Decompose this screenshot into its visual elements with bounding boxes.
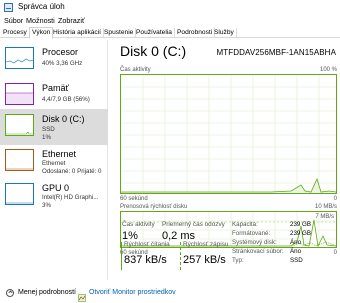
- write-rate-bar: [180, 242, 181, 270]
- menu-view[interactable]: Zobraziť: [58, 16, 85, 25]
- less-details-link[interactable]: Menej podrobností: [18, 289, 76, 296]
- disk-model: MTFDDAV256MBF-1AN15ABHA: [216, 48, 336, 57]
- capacity-value: 239 GB: [290, 221, 311, 228]
- tab-app-history[interactable]: História aplikácií: [51, 28, 105, 38]
- read-rate-bar: [121, 242, 122, 270]
- tab-performance[interactable]: Výkon: [29, 27, 54, 39]
- activity-graph: [120, 74, 337, 194]
- window-title: Správca úloh: [18, 2, 65, 11]
- chevron-up-icon[interactable]: [6, 289, 14, 297]
- resource-list: Procesor 40% 3,36 GHz Pamäť 4,4/7,9 GB (…: [0, 40, 108, 280]
- tab-strip: Procesy Výkon História aplikácií Spusten…: [0, 27, 340, 39]
- sidebar-item-cpu[interactable]: Procesor 40% 3,36 GHz: [0, 42, 108, 78]
- write-speed-value: 257 kB/s: [183, 254, 226, 266]
- transfer-graph-max: 10 MB/s: [314, 204, 337, 210]
- resource-monitor-icon[interactable]: [78, 289, 86, 302]
- capacity-label: Kapacita:: [232, 221, 258, 228]
- sidebar-disk-title: Disk 0 (C:): [42, 114, 85, 124]
- sidebar-ethernet-title: Ethernet: [42, 149, 77, 159]
- sidebar-gpu-name: Intel(R) HD Graphi...: [42, 194, 99, 201]
- sidebar-ethernet-traffic: Odoslané: 0 Prijaté: 0: [42, 168, 102, 175]
- gpu-thumbnail: [5, 183, 34, 205]
- page-file-value: Áno: [290, 248, 302, 255]
- sidebar-cpu-title: Procesor: [42, 47, 79, 57]
- tab-processes[interactable]: Procesy: [1, 28, 30, 38]
- sidebar-item-gpu[interactable]: GPU 0 Intel(R) HD Graphi... 3%: [0, 178, 108, 214]
- menu-options[interactable]: Možnosti: [26, 16, 55, 25]
- tab-details[interactable]: Podrobnosti: [175, 28, 216, 38]
- menu-bar: Súbor Možnosti Zobraziť: [0, 15, 340, 27]
- avg-response-label: Priemerný čas odozvy: [162, 221, 225, 228]
- tab-startup[interactable]: Spustenie: [102, 28, 137, 38]
- read-speed-value: 837 kB/s: [124, 254, 167, 266]
- formatted-value: 239 GB: [290, 230, 311, 237]
- open-resource-monitor-link[interactable]: Otvoriť Monitor prostriedkov: [89, 289, 176, 296]
- activity-graph-time: 60 sekúnd: [120, 196, 148, 202]
- tab-users[interactable]: Používatelia: [134, 28, 175, 38]
- page-file-label: Stránkovací súbor:: [232, 248, 284, 255]
- transfer-graph-marker: 7 MB/s: [315, 214, 334, 220]
- transfer-graph-label: Prenosová rýchlosť disku: [120, 204, 188, 210]
- sidebar-memory-usage: 4,4/7,9 GB (56%): [42, 96, 90, 103]
- menu-file[interactable]: Súbor: [4, 16, 23, 25]
- activity-graph-max: 100 %: [319, 67, 337, 73]
- system-disk-value: Áno: [290, 239, 302, 246]
- disk-thumbnail: [5, 114, 34, 136]
- system-disk-label: Systémový disk:: [232, 239, 277, 246]
- task-manager-icon: [4, 3, 13, 12]
- sidebar-gpu-title: GPU 0: [42, 183, 70, 193]
- activity-graph-plot: [121, 75, 336, 193]
- write-speed-label: Rýchlosť zápisu: [183, 241, 229, 248]
- activity-graph-label: Čas aktivity: [120, 67, 151, 73]
- memory-thumbnail: [5, 83, 34, 105]
- sidebar-memory-title: Pamäť: [42, 83, 69, 93]
- active-time-label: Čas aktivity: [122, 221, 155, 228]
- ethernet-thumbnail: [5, 149, 34, 171]
- property-row: Typ: SSD: [232, 257, 340, 267]
- sidebar-cpu-usage: 40% 3,36 GHz: [42, 60, 83, 67]
- sidebar-ethernet-adapter: Ethernet: [42, 160, 66, 167]
- read-speed-label: Rýchlosť čítania: [124, 241, 170, 248]
- title-bar: Správca úloh: [0, 0, 340, 15]
- sidebar-item-disk[interactable]: Disk 0 (C:) SSD 1%: [0, 109, 108, 145]
- type-value: SSD: [290, 257, 303, 264]
- type-label: Typ:: [232, 257, 244, 264]
- page-title: Disk 0 (C:): [120, 43, 187, 59]
- sidebar-disk-usage: 1%: [42, 134, 51, 141]
- formatted-label: Formátované:: [232, 230, 271, 237]
- sidebar-gpu-usage: 3%: [42, 202, 51, 209]
- sidebar-disk-type: SSD: [42, 126, 55, 133]
- sidebar-item-ethernet[interactable]: Ethernet Ethernet Odoslané: 0 Prijaté: 0: [0, 144, 108, 180]
- footer: Menej podrobností Otvoriť Monitor prostr…: [0, 284, 340, 303]
- cpu-thumbnail: [5, 47, 34, 69]
- activity-graph-min: 0: [333, 196, 337, 202]
- tab-services[interactable]: Služby: [212, 28, 237, 38]
